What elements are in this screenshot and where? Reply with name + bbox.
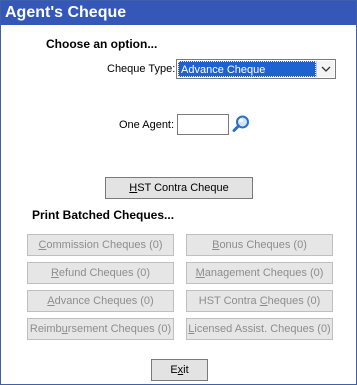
exit-button[interactable]: Exit [151,359,208,381]
agents-cheque-window: Agent's Cheque Choose an option... Chequ… [0,0,357,385]
one-agent-input[interactable] [177,114,229,135]
one-agent-label: One Agent: [119,119,175,131]
licensed-assist-cheques-button[interactable]: Licensed Assist. Cheques (0) [186,318,333,340]
hst-contra-cheque-button[interactable]: HST Contra Cheque [105,177,253,199]
window-title: Agent's Cheque [1,1,356,25]
choose-option-heading: Choose an option... [46,37,158,51]
cheque-type-label: Cheque Type: [107,63,176,75]
management-cheques-button[interactable]: Management Cheques (0) [186,262,333,284]
hst-contra-cheques-batch-button[interactable]: HST Contra Cheques (0) [186,290,333,312]
bonus-cheques-button[interactable]: Bonus Cheques (0) [186,234,333,256]
cheque-type-value: Advance Cheque [178,61,316,77]
commission-cheques-button[interactable]: Commission Cheques (0) [27,234,174,256]
cheque-type-select[interactable]: Advance Cheque [176,59,336,79]
advance-cheques-button[interactable]: Advance Cheques (0) [27,290,174,312]
agent-search-button[interactable] [230,113,252,135]
reimbursement-cheques-button[interactable]: Reimbursement Cheques (0) [27,318,174,340]
print-batched-heading: Print Batched Cheques... [32,208,175,222]
search-icon [232,115,249,132]
refund-cheques-button[interactable]: Refund Cheques (0) [27,262,174,284]
chevron-down-icon[interactable] [316,61,334,77]
